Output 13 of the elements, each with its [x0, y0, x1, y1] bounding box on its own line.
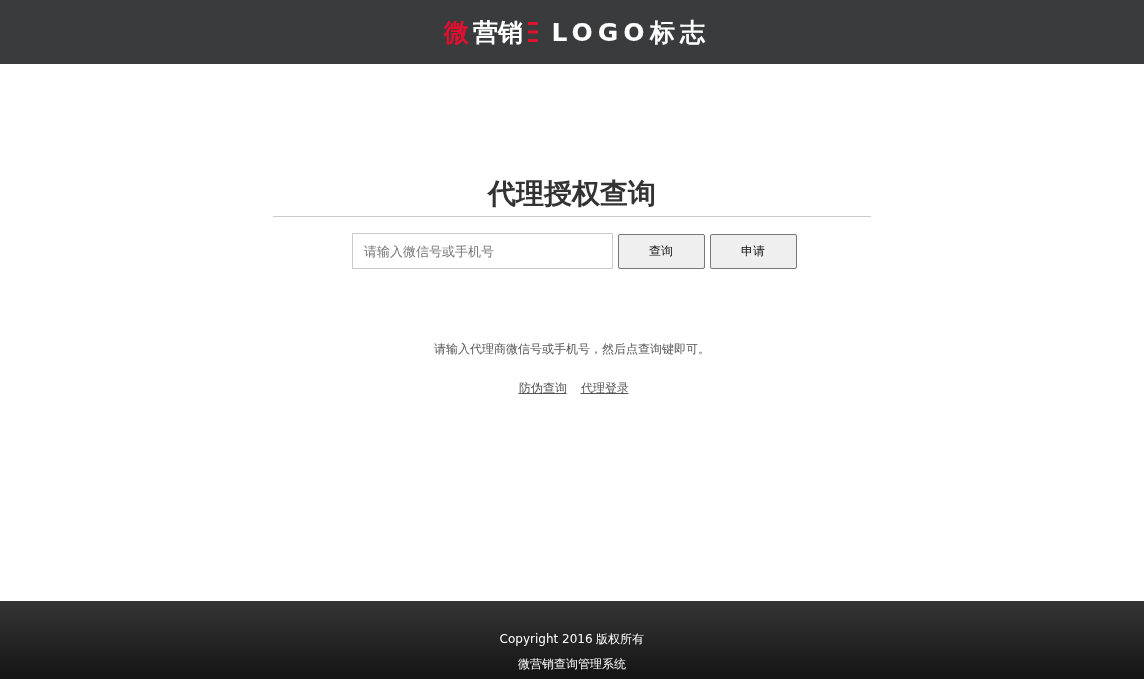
action-button[interactable]: 申请	[709, 233, 797, 269]
page-title: 代理授权查询	[488, 176, 656, 212]
bars-icon	[527, 21, 540, 43]
copyright-text: Copyright 2016 版权所有	[499, 631, 645, 648]
hint-text: 请输入代理商微信号或手机号，然后点查询键即可。	[434, 341, 710, 358]
nav-link[interactable]: 防伪查询	[518, 380, 567, 397]
logo-text: 营销	[473, 16, 524, 49]
action-button[interactable]: 查询	[617, 233, 705, 269]
logo-text: 微	[444, 16, 470, 49]
logo-text: LOGO标志	[551, 16, 710, 49]
nav-link[interactable]: 代理登录	[580, 380, 629, 397]
search-field[interactable]: 请输入微信号或手机号	[351, 233, 613, 269]
footer-text: 微营销查询管理系统	[518, 656, 626, 673]
